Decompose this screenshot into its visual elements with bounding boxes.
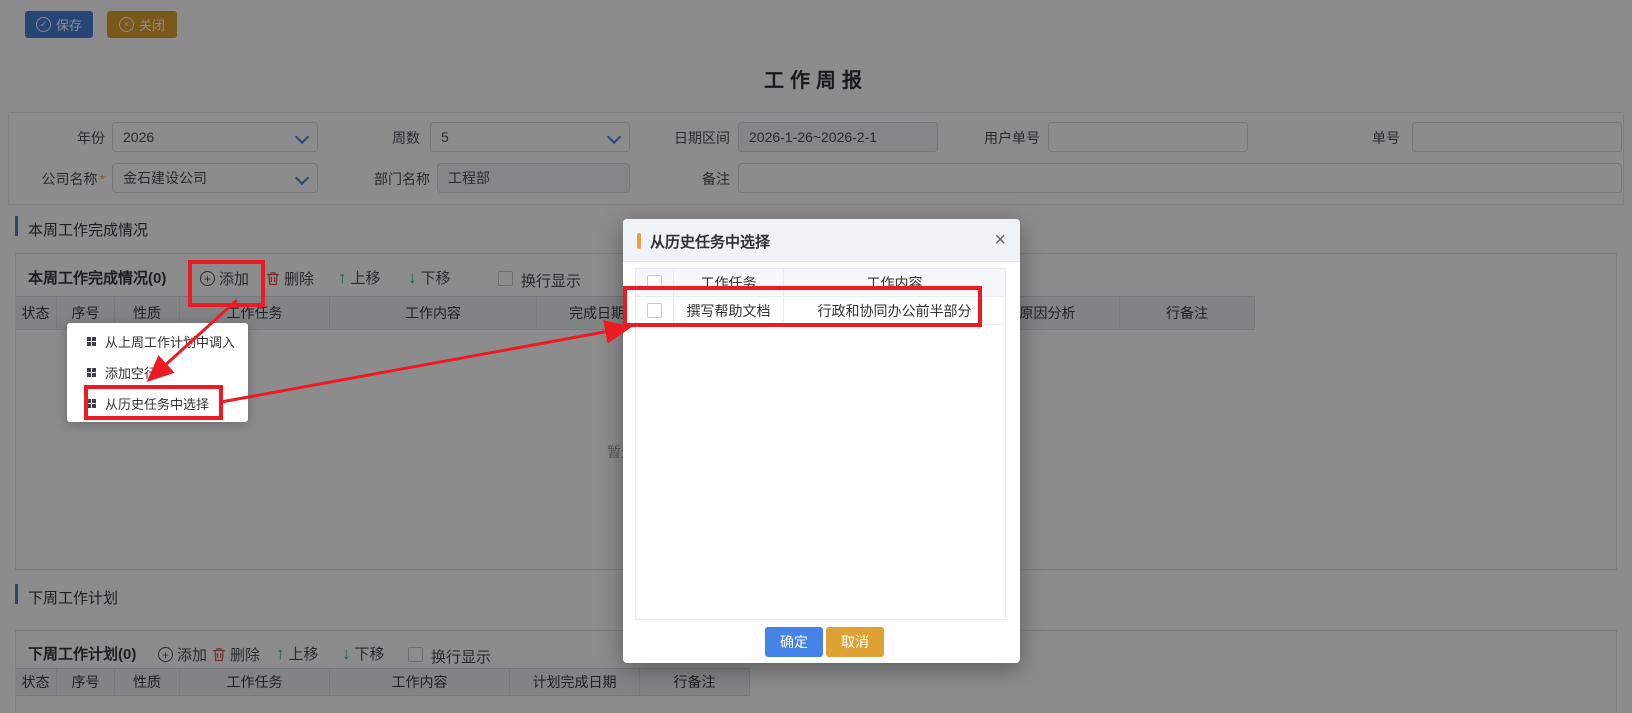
select-all-checkbox[interactable] (647, 275, 662, 290)
grid-icon (87, 368, 96, 377)
select-all-cell (636, 269, 674, 296)
menu-item-label: 从历史任务中选择 (105, 394, 209, 413)
work-weekly-report-page: ✓ 保存 × 关闭 工作周报 年份 2026 周数 5 日期区间 用户单号 单号… (0, 0, 1632, 713)
row-checkbox[interactable] (647, 303, 662, 318)
modal-col-content: 工作内容 (784, 269, 1005, 296)
accent-bar-icon (637, 233, 641, 249)
modal-close-icon[interactable]: × (994, 228, 1006, 252)
modal-table-row[interactable]: 撰写帮助文档 行政和协同办公前半部分 (636, 297, 1005, 325)
row-content-cell: 行政和协同办公前半部分 (784, 297, 1005, 324)
row-task-cell: 撰写帮助文档 (674, 297, 784, 324)
menu-item-label: 从上周工作计划中调入 (105, 332, 235, 351)
modal-cancel-button[interactable]: 取消 (826, 627, 884, 657)
row-checkbox-cell (636, 297, 674, 324)
menu-item-add-empty-row[interactable]: 添加空行 (67, 357, 248, 388)
modal-header: 从历史任务中选择 × (623, 219, 1020, 262)
add-dropdown-menu: 从上周工作计划中调入 添加空行 从历史任务中选择 (67, 323, 248, 422)
grid-icon (87, 399, 96, 408)
modal-table: 工作任务 工作内容 撰写帮助文档 行政和协同办公前半部分 (635, 268, 1006, 620)
modal-ok-button[interactable]: 确定 (765, 627, 823, 657)
modal-table-header: 工作任务 工作内容 (636, 269, 1005, 297)
modal-col-task: 工作任务 (674, 269, 784, 296)
history-task-modal: 从历史任务中选择 × 工作任务 工作内容 撰写帮助文档 行政和协同办公前半部分 … (623, 219, 1020, 663)
grid-icon (87, 337, 96, 346)
menu-item-label: 添加空行 (105, 363, 157, 382)
menu-item-select-from-history[interactable]: 从历史任务中选择 (67, 388, 248, 419)
menu-item-import-last-week[interactable]: 从上周工作计划中调入 (67, 326, 248, 357)
modal-title: 从历史任务中选择 (650, 231, 770, 252)
